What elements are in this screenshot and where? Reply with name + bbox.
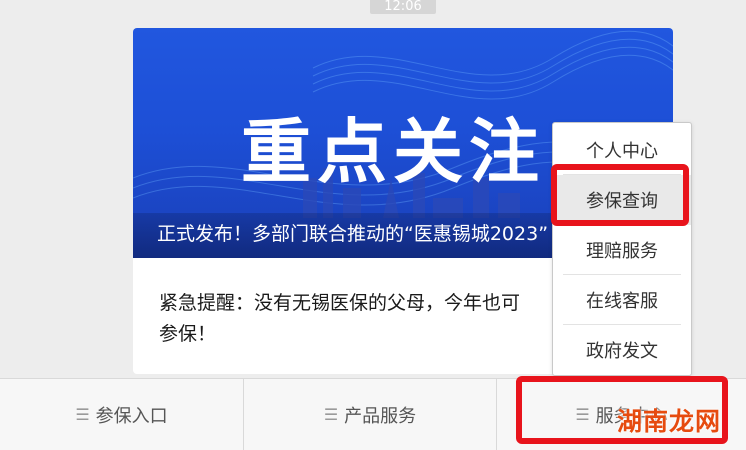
service-center-popup-menu: 个人中心 参保查询 理赔服务 在线客服 政府发文 (552, 122, 692, 376)
site-watermark: 湖南龙网 (617, 407, 722, 436)
tab-label: 参保入口 (95, 405, 168, 427)
menu-lines-icon: ☰ (323, 405, 339, 424)
banner-heading: 重点关注 (241, 111, 545, 193)
tab-product-services[interactable]: ☰ 产品服务 (244, 379, 496, 450)
article-title-line-2: 参保！ (159, 323, 217, 345)
menu-item-claims-service[interactable]: 理赔服务 (553, 225, 691, 275)
menu-item-online-support[interactable]: 在线客服 (553, 275, 691, 325)
article-title[interactable]: 紧急提醒：没有无锡医保的父母，今年也可 参保！ (159, 288, 559, 350)
menu-item-government-documents[interactable]: 政府发文 (553, 325, 691, 375)
message-timestamp: 12:06 (370, 0, 436, 14)
highlight-box-enrollment-query (551, 164, 689, 226)
tab-enrollment-entry[interactable]: ☰ 参保入口 (0, 379, 243, 450)
menu-lines-icon: ☰ (75, 405, 90, 424)
tab-label: 产品服务 (344, 405, 417, 427)
article-title-line-1: 紧急提醒：没有无锡医保的父母，今年也可 (159, 292, 521, 314)
